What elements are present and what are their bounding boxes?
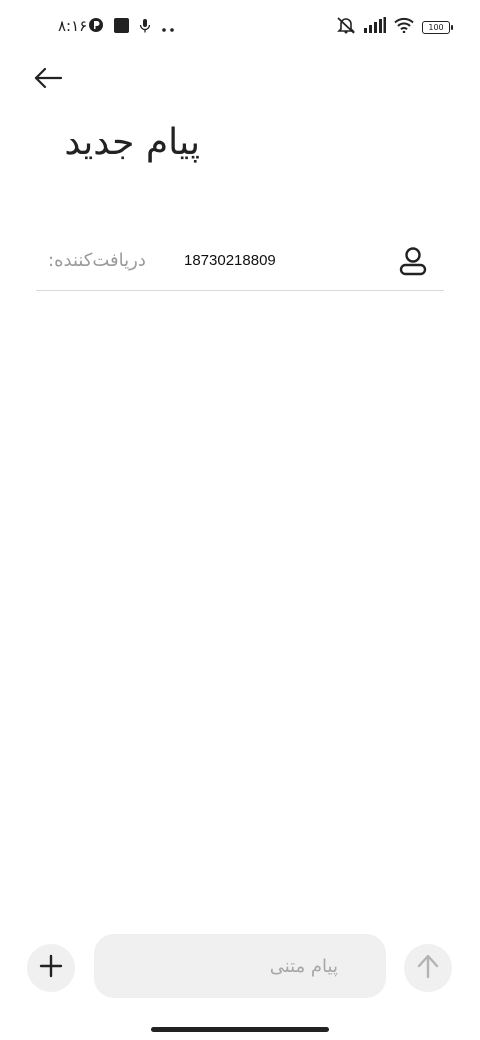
page-title: پیام جدید: [64, 122, 200, 163]
screen-record-icon: [114, 17, 129, 37]
recipient-field[interactable]: دریافت‌کننده: 18730218809: [36, 236, 444, 291]
person-icon: [399, 246, 427, 280]
microphone-icon: [139, 18, 151, 37]
notification-icon: [88, 17, 104, 37]
message-input[interactable]: [94, 934, 386, 998]
recipient-number[interactable]: 18730218809: [184, 252, 276, 269]
more-dots-icon: [161, 18, 175, 37]
composer-bar: [0, 930, 480, 1004]
send-button[interactable]: [404, 944, 452, 992]
home-indicator[interactable]: [151, 1027, 329, 1032]
battery-level: 100: [428, 22, 444, 32]
signal-icon: [364, 17, 386, 37]
status-right-icons: 100: [336, 16, 453, 38]
recipient-label: دریافت‌کننده:: [48, 250, 146, 271]
plus-icon: [39, 954, 63, 982]
attach-button[interactable]: [27, 944, 75, 992]
status-time: ۸:۱۶: [58, 17, 88, 35]
back-button[interactable]: [30, 64, 66, 96]
wifi-icon: [394, 17, 414, 37]
status-bar: ۸:۱۶ 100: [0, 0, 480, 52]
status-left-icons: [88, 17, 175, 37]
arrow-up-icon: [416, 953, 440, 983]
battery-icon: 100: [422, 20, 453, 34]
contact-picker-button[interactable]: [396, 246, 430, 280]
arrow-left-icon: [33, 67, 63, 93]
mute-icon: [336, 16, 356, 38]
